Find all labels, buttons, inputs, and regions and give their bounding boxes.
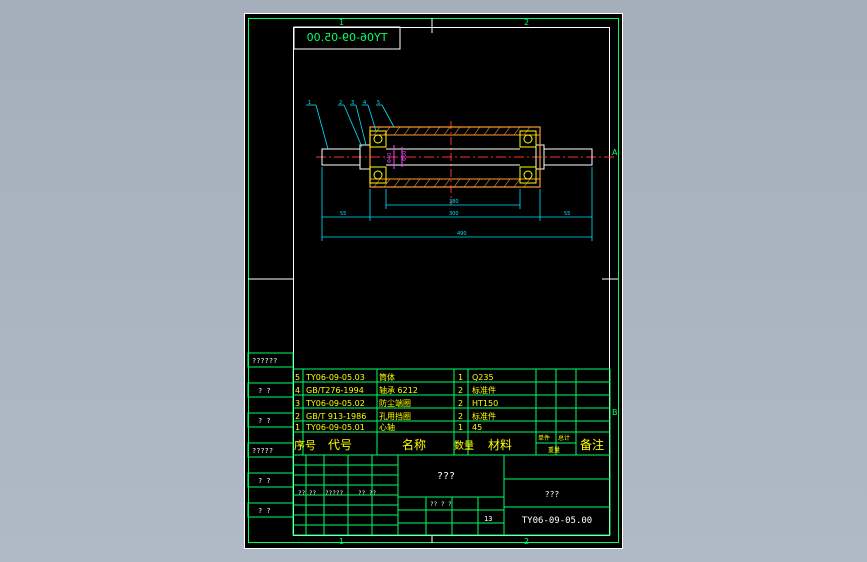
bom-row-1-code: TY06-09-05.01 — [305, 423, 365, 432]
bom-header-unit: 单件 — [538, 434, 550, 442]
frame-border — [248, 18, 619, 543]
bom-header-material: 材料 — [488, 438, 512, 452]
left-cell-6: ? ? — [258, 507, 271, 515]
dim-inner: 380 — [449, 199, 459, 205]
dim-dia-bore: Φ40 — [387, 153, 393, 163]
balloon-3: 3 — [351, 100, 354, 106]
balloon-4: 4 — [363, 100, 366, 106]
bom-row-4-code: GB/T276-1994 — [306, 386, 364, 395]
zone-col-1-bottom: 1 — [339, 537, 344, 546]
tb-drawing-name: ??? — [545, 490, 560, 499]
zone-row-b: B — [612, 408, 618, 417]
tb-sheet-value: 13 — [484, 515, 492, 523]
mirror-title-text: TY06-09-05.00 — [307, 31, 389, 44]
bom-row-3-qty: 2 — [458, 399, 463, 408]
bom-row-1-no: 1 — [295, 423, 300, 432]
dim-dia-shaft: Φ60 — [402, 151, 408, 161]
zone-col-2-bottom: 2 — [524, 537, 529, 546]
tb-left-cell-1: ?? ?? — [298, 490, 316, 497]
bom-header-name: 名称 — [402, 437, 426, 452]
tb-scale-label: ?? ? ? — [430, 501, 452, 508]
bearing-left-top — [369, 130, 387, 148]
roller-assembly[interactable]: Φ40 Φ60 1 2 3 4 5 490 300 380 55 55 — [306, 100, 614, 241]
left-column: ?????? ? ? ? ? ????? ? ? ? ? — [247, 352, 294, 518]
bom-header-qty: 数量 — [454, 439, 474, 452]
left-cell-4: ????? — [252, 447, 273, 455]
bom-row-3-code: TY06-09-05.02 — [305, 399, 365, 408]
bom-row-2-qty: 2 — [458, 412, 463, 421]
outer-border — [244, 13, 623, 549]
bom-header-remark: 备注 — [580, 437, 604, 452]
dim-mid: 300 — [449, 211, 459, 217]
bom-row-5-material: Q235 — [472, 373, 494, 382]
bom-row-5-code: TY06-09-05.03 — [305, 373, 365, 382]
balloon-5: 5 — [377, 100, 380, 106]
bom-row-1-qty: 1 — [458, 423, 463, 432]
bom-row-4-qty: 2 — [458, 386, 463, 395]
bearing-ball — [373, 134, 383, 144]
zone-row-a: A — [612, 148, 618, 157]
bom-row-1-material: 45 — [472, 423, 482, 432]
bom-row-5-name: 筒体 — [379, 372, 395, 382]
bom-row-4-material: 标准件 — [472, 385, 496, 395]
bom-header-total: 总计 — [558, 434, 570, 442]
bom-row-5-qty: 1 — [458, 373, 463, 382]
bearing-ball — [523, 134, 533, 144]
bearing-ball — [373, 170, 383, 180]
bom-header-weight: 重量 — [548, 446, 560, 454]
bom-row-4-name: 轴承 6212 — [379, 385, 418, 395]
balloon-1: 1 — [308, 100, 311, 106]
bom-row-3-name: 防尘端圈 — [379, 398, 411, 408]
bearing-left-bottom — [369, 166, 387, 184]
bearing-ball — [523, 170, 533, 180]
tb-left-cell-3: ?? ?? — [358, 490, 376, 497]
bom-row-1-name: 心轴 — [379, 422, 395, 432]
cad-viewport[interactable]: 1 2 1 2 A B TY06-09-05.00 Φ40 Φ60 1 2 3 … — [0, 0, 867, 562]
drawing-canvas[interactable]: 1 2 1 2 A B TY06-09-05.00 Φ40 Φ60 1 2 3 … — [244, 13, 623, 549]
left-cell-5: ? ? — [258, 477, 271, 485]
bom-row-2-material: 标准件 — [472, 411, 496, 421]
bom-row-5-no: 5 — [295, 373, 300, 382]
title-block: ?? ?? ????? ?? ?? ??? ??? ?? ? ? 13 TY06… — [292, 454, 611, 536]
left-cell-1: ?????? — [252, 357, 277, 365]
zone-col-2-top: 2 — [524, 18, 529, 27]
dim-right: 55 — [564, 211, 570, 217]
bom-row-3-material: HT150 — [472, 399, 498, 408]
bom-table: 5 TY06-09-05.03 筒体 1 Q235 4 GB/T276-1994… — [292, 368, 611, 456]
bearing-right-bottom — [519, 166, 537, 184]
bom-row-3-no: 3 — [295, 399, 300, 408]
bom-row-2-no: 2 — [295, 412, 300, 421]
bom-header-code: 代号 — [328, 438, 352, 452]
dim-overall: 490 — [457, 231, 467, 237]
bom-row-2-code: GB/T 913-1986 — [306, 412, 366, 421]
tb-drawing-no: TY06-09-05.00 — [522, 516, 592, 526]
tb-company: ??? — [437, 471, 455, 482]
bom-header-no: 序号 — [294, 438, 316, 452]
zone-col-1-top: 1 — [339, 18, 344, 27]
balloon-2: 2 — [339, 100, 342, 106]
bearing-right-top — [519, 130, 537, 148]
left-cell-2: ? ? — [258, 387, 271, 395]
left-cell-3: ? ? — [258, 417, 271, 425]
bom-row-4-no: 4 — [295, 386, 300, 395]
tb-left-cell-2: ????? — [325, 490, 343, 497]
drawing-sheet[interactable]: 1 2 1 2 A B TY06-09-05.00 Φ40 Φ60 1 2 3 … — [244, 13, 623, 549]
bom-row-2-name: 孔用挡圈 — [379, 411, 411, 421]
dim-left: 55 — [340, 211, 346, 217]
